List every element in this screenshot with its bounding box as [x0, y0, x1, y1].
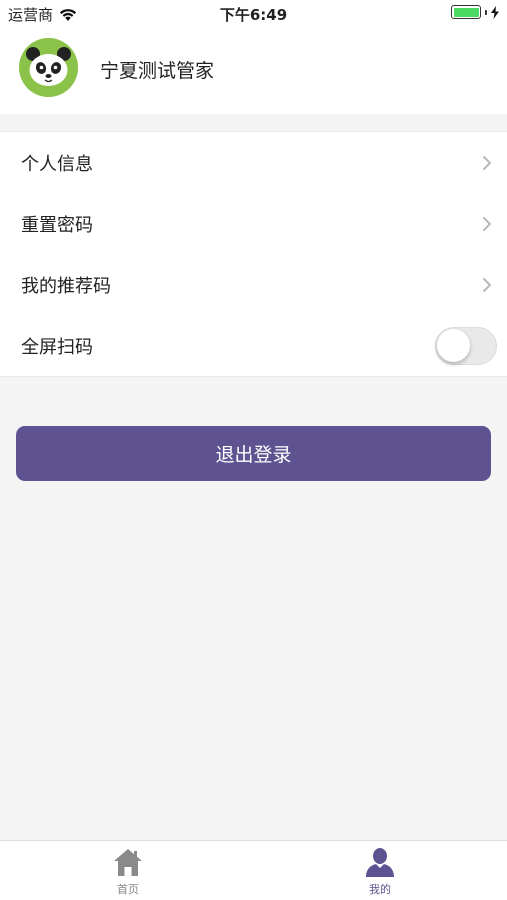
- menu-item-label: 重置密码: [21, 214, 93, 236]
- battery-icon: [451, 5, 481, 19]
- menu-item-reset-password[interactable]: 重置密码: [0, 193, 507, 254]
- menu-item-personal-info[interactable]: 个人信息: [0, 132, 507, 193]
- logout-button[interactable]: 退出登录: [16, 426, 491, 481]
- profile-header: 宁夏测试管家: [0, 28, 507, 114]
- toggle-knob: [437, 328, 470, 362]
- chevron-right-icon: [483, 155, 491, 170]
- chevron-right-icon: [483, 216, 491, 231]
- charging-bolt-icon: [491, 5, 499, 19]
- menu-item-referral-code[interactable]: 我的推荐码: [0, 254, 507, 315]
- status-right: [451, 5, 499, 19]
- tab-label: 我的: [369, 883, 391, 896]
- tab-mine[interactable]: 我的: [330, 847, 430, 897]
- profile-name: 宁夏测试管家: [100, 60, 215, 82]
- status-time: 下午6:49: [219, 6, 288, 24]
- tab-bar: 首页 我的: [0, 840, 507, 900]
- person-icon: [366, 848, 394, 877]
- menu-item-label: 全屏扫码: [21, 336, 93, 358]
- menu-item-label: 个人信息: [21, 153, 93, 175]
- fullscreen-scan-toggle[interactable]: [435, 326, 497, 365]
- menu-item-fullscreen-scan: 全屏扫码: [0, 315, 507, 376]
- status-bar: 运营商 下午6:49: [0, 0, 507, 28]
- battery-cap: [485, 9, 487, 15]
- home-icon: [114, 849, 142, 876]
- menu-item-label: 我的推荐码: [21, 275, 111, 297]
- tab-home[interactable]: 首页: [78, 847, 178, 897]
- chevron-right-icon: [483, 277, 491, 292]
- panda-avatar-icon[interactable]: [19, 38, 78, 97]
- settings-menu: 个人信息 重置密码 我的推荐码 全屏扫码: [0, 131, 507, 377]
- tab-label: 首页: [117, 883, 139, 896]
